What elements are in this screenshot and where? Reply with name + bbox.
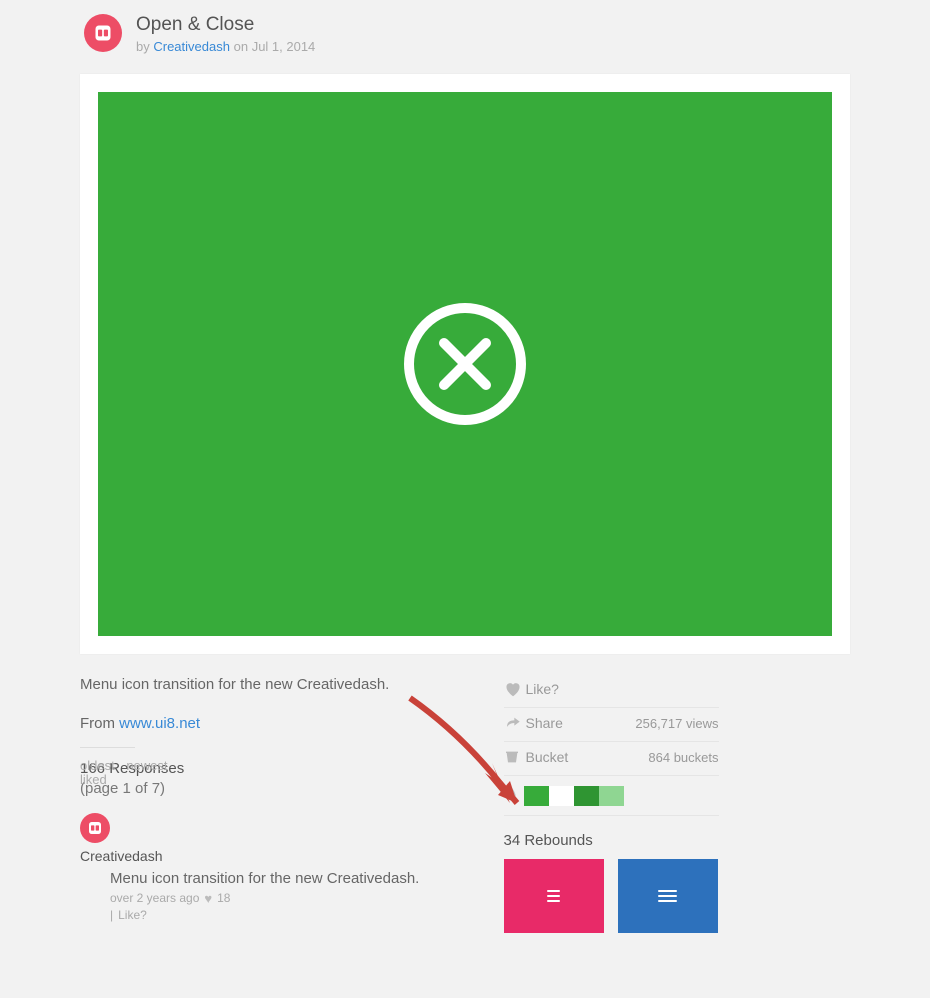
shot-left-column: Menu icon transition for the new Creativ… bbox=[80, 674, 504, 933]
close-circle-icon bbox=[400, 299, 530, 429]
like-row[interactable]: Like? bbox=[504, 674, 719, 708]
bucket-row[interactable]: Bucket 864 buckets bbox=[504, 742, 719, 776]
sort-liked[interactable]: liked bbox=[80, 772, 107, 787]
divider bbox=[80, 747, 135, 748]
from-label: From bbox=[80, 715, 115, 732]
rebounds-title: 34 Rebounds bbox=[504, 832, 719, 849]
comment-body: Menu icon transition for the new Creativ… bbox=[110, 870, 474, 887]
shot-title: Open & Close bbox=[136, 14, 315, 36]
from-line: From www.ui8.net bbox=[80, 715, 474, 732]
from-link[interactable]: www.ui8.net bbox=[119, 715, 200, 732]
comment-like-action[interactable]: | Like? bbox=[110, 908, 474, 922]
bucket-label: Bucket bbox=[526, 749, 649, 765]
shot-card bbox=[80, 74, 850, 654]
shot-right-column: Like? Share 256,717 views Bucket 864 buc… bbox=[504, 674, 719, 933]
heart-icon bbox=[504, 681, 526, 697]
creativedash-logo-icon bbox=[87, 820, 103, 836]
comment: Creativedash Menu icon transition for th… bbox=[80, 813, 474, 922]
comment-like-count: 18 bbox=[217, 891, 230, 905]
shot-image[interactable] bbox=[98, 92, 832, 636]
swatch[interactable] bbox=[599, 786, 624, 806]
droplet-icon bbox=[504, 785, 518, 806]
hamburger-icon bbox=[547, 890, 560, 902]
swatch[interactable] bbox=[524, 786, 549, 806]
sort-newest[interactable]: newest bbox=[126, 758, 167, 773]
bucket-icon bbox=[504, 749, 526, 765]
hamburger-icon bbox=[658, 890, 677, 902]
color-swatches[interactable] bbox=[524, 786, 624, 806]
responses-pager: (page 1 of 7) bbox=[80, 780, 474, 797]
swatch[interactable] bbox=[574, 786, 599, 806]
sort-oldest[interactable]: oldest bbox=[80, 758, 115, 773]
comment-time: over 2 years ago bbox=[110, 891, 199, 905]
share-row[interactable]: Share 256,717 views bbox=[504, 708, 719, 742]
shot-description: Menu icon transition for the new Creativ… bbox=[80, 674, 474, 697]
creativedash-logo-icon bbox=[93, 23, 113, 43]
rebound-thumbnail[interactable] bbox=[504, 859, 604, 933]
comment-like-label: Like? bbox=[118, 908, 147, 922]
comment-meta: over 2 years ago ♥ 18 bbox=[110, 891, 474, 906]
comment-avatar[interactable] bbox=[80, 813, 110, 843]
author-link[interactable]: Creativedash bbox=[153, 39, 230, 54]
rebound-thumbnail[interactable] bbox=[618, 859, 718, 933]
shot-header: Open & Close by Creativedash on Jul 1, 2… bbox=[0, 0, 930, 62]
swatch[interactable] bbox=[549, 786, 574, 806]
by-label: by bbox=[136, 39, 150, 54]
shot-date: Jul 1, 2014 bbox=[252, 39, 316, 54]
byline: by Creativedash on Jul 1, 2014 bbox=[136, 39, 315, 54]
share-arrow-icon bbox=[504, 715, 526, 731]
like-label: Like? bbox=[526, 681, 719, 697]
heart-icon: ♥ bbox=[204, 891, 212, 906]
color-swatches-row bbox=[504, 776, 719, 816]
on-label: on bbox=[234, 39, 248, 54]
comment-user[interactable]: Creativedash bbox=[80, 848, 474, 864]
rebounds-row bbox=[504, 859, 719, 933]
author-avatar[interactable] bbox=[84, 14, 122, 52]
buckets-metric: 864 buckets bbox=[648, 750, 718, 765]
share-label: Share bbox=[526, 715, 636, 731]
views-metric: 256,717 views bbox=[635, 716, 718, 731]
